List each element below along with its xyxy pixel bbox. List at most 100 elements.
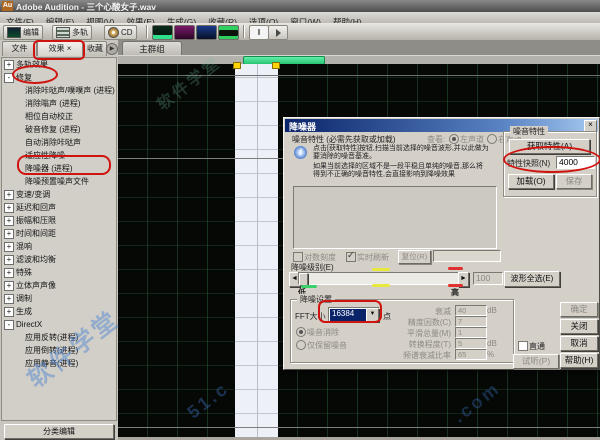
tree-item[interactable]: -DirectX xyxy=(2,318,116,331)
tree-item[interactable]: +特殊 xyxy=(2,266,116,279)
tree-item[interactable]: 消除嗡声 (进程) xyxy=(2,97,116,110)
setting-label-2: 平滑总量(M) xyxy=(407,328,451,339)
expand-icon[interactable]: + xyxy=(4,294,14,304)
bypass-checkbox[interactable] xyxy=(518,341,528,351)
info-line2: 要消除的噪音基准。 xyxy=(313,151,376,161)
load-profile-button[interactable]: 加载(O) xyxy=(508,174,554,189)
settings-group-title: 降噪设置 xyxy=(297,294,335,305)
phase-display-button[interactable] xyxy=(196,25,217,40)
setting-input-0[interactable]: 40 xyxy=(455,305,487,316)
tree-item[interactable]: -修复 xyxy=(2,71,116,84)
tree-item[interactable]: 降噪预置噪声文件 xyxy=(2,175,116,188)
tree-item-label: 应用反转(进程) xyxy=(25,333,78,342)
save-profile-button[interactable]: 保存 xyxy=(556,174,592,189)
fft-size-combo[interactable]: 16384 ▼ xyxy=(328,307,380,323)
pan-display-button[interactable] xyxy=(218,25,239,40)
tree-item[interactable]: 消除咔哒声/噗噗声 (进程) xyxy=(2,84,116,97)
spectral-display-button[interactable] xyxy=(174,25,195,40)
setting-unit-3: dB xyxy=(487,339,497,348)
multitrack-icon xyxy=(56,27,70,38)
tree-item[interactable]: +变速/变调 xyxy=(2,188,116,201)
selection-handle-left[interactable] xyxy=(233,62,241,69)
tab-main-group[interactable]: 主群组 xyxy=(122,41,182,56)
tree-item[interactable]: 自动消除咔哒声 xyxy=(2,136,116,149)
expand-icon[interactable]: + xyxy=(4,203,14,213)
reset-button[interactable]: 复位(R) xyxy=(398,250,431,264)
tree-item[interactable]: 相位自动校正 xyxy=(2,110,116,123)
tree-item[interactable]: +振幅和压限 xyxy=(2,214,116,227)
setting-input-1[interactable]: 7 xyxy=(455,316,487,327)
live-update-checkbox[interactable] xyxy=(346,252,356,262)
snapshot-input[interactable]: 4000 xyxy=(556,156,595,169)
expand-icon[interactable]: + xyxy=(4,60,14,70)
snapshot-label: 特性快照(N) xyxy=(507,158,550,169)
tree-item[interactable]: 应用倒转(进程) xyxy=(2,344,116,357)
tree-item[interactable]: +立体声声像 xyxy=(2,279,116,292)
expand-icon[interactable]: + xyxy=(4,229,14,239)
tree-item[interactable]: 应用反转(进程) xyxy=(2,331,116,344)
tree-item-label: 消除嗡声 (进程) xyxy=(25,99,81,108)
tree-item[interactable]: +时间和间距 xyxy=(2,227,116,240)
close-button[interactable]: 关闭 xyxy=(560,319,598,334)
scrub-tool-button[interactable] xyxy=(268,25,288,40)
settings-group: 降噪设置 FFT大小 16384 ▼ 点 噪音消除 仅保留噪音 衰减40dB精度… xyxy=(290,299,514,363)
preview-button[interactable]: 试听(P) xyxy=(513,354,559,369)
tree-item[interactable]: 降噪器 (进程) xyxy=(2,162,116,175)
toolbar-separator2 xyxy=(243,25,244,38)
expand-icon[interactable]: + xyxy=(4,268,14,278)
tree-item-label: 多轨效果 xyxy=(16,60,48,69)
setting-input-3[interactable]: 5 xyxy=(455,338,487,349)
waveform-display-button[interactable] xyxy=(152,25,173,40)
tree-item[interactable]: 应用静音(进程) xyxy=(2,357,116,370)
multitrack-view-button[interactable]: 多轨 xyxy=(52,25,92,40)
expand-icon[interactable]: + xyxy=(4,216,14,226)
setting-input-2[interactable]: 1 xyxy=(455,327,487,338)
tree-item[interactable]: +混响 xyxy=(2,240,116,253)
keep-noise-radio[interactable] xyxy=(296,340,306,350)
selection-handle-right[interactable] xyxy=(272,62,280,69)
expand-icon[interactable]: + xyxy=(4,307,14,317)
tree-item[interactable]: +滤波和均衡 xyxy=(2,253,116,266)
setting-input-4[interactable]: 65 xyxy=(455,349,487,360)
tree-item-label: 调制 xyxy=(16,294,32,303)
tree-item[interactable]: +延迟和回声 xyxy=(2,201,116,214)
tree-item[interactable]: 破音修复 (进程) xyxy=(2,123,116,136)
group-edit-button[interactable]: 分类编辑 xyxy=(4,424,114,439)
tab-effects[interactable]: 效果 × xyxy=(37,41,83,56)
expand-icon[interactable]: + xyxy=(4,281,14,291)
tree-item[interactable]: 适应性降噪 xyxy=(2,149,116,162)
help-button[interactable]: 帮助(H) xyxy=(560,353,598,368)
ok-button[interactable]: 确定 xyxy=(560,302,598,317)
tree-item[interactable]: +多轨效果 xyxy=(2,58,116,71)
collapse-icon[interactable]: - xyxy=(4,73,14,83)
cd-view-button[interactable]: CD xyxy=(104,25,137,40)
effects-panel: 文件 效果 × 收藏 ▶ +多轨效果-修复消除咔哒声/噗噗声 (进程)消除嗡声 … xyxy=(0,40,120,440)
remove-noise-radio[interactable] xyxy=(296,327,306,337)
ibeam-tool-button[interactable]: I xyxy=(249,25,269,40)
tree-item[interactable]: +调制 xyxy=(2,292,116,305)
edit-view-label: 编辑 xyxy=(23,27,39,38)
expand-icon[interactable]: + xyxy=(4,190,14,200)
tab-favorites[interactable]: 收藏 xyxy=(83,41,107,56)
noise-profile-graph[interactable] xyxy=(293,186,497,249)
fft-size-value: 16384 xyxy=(330,309,367,321)
expand-icon[interactable]: + xyxy=(4,242,14,252)
app-window: Au Adobe Audition - 三个心酸女子.wav 文件(F)编辑(E… xyxy=(0,0,600,440)
tree-item[interactable]: +生成 xyxy=(2,305,116,318)
app-icon: Au xyxy=(2,1,13,11)
setting-label-0: 衰减 xyxy=(435,306,451,317)
slider-mark-yellow-top xyxy=(372,268,390,271)
expand-icon[interactable]: + xyxy=(4,255,14,265)
level-value-field[interactable]: 100 xyxy=(473,272,503,285)
log-scale-checkbox[interactable] xyxy=(293,252,303,262)
fft-combo-arrow[interactable]: ▼ xyxy=(366,308,379,322)
edit-view-button[interactable]: 编辑 xyxy=(3,25,43,40)
panel-menu-button[interactable]: ▶ xyxy=(106,43,118,55)
cancel-button[interactable]: 取消 xyxy=(560,336,598,351)
info-line4: 得到不正确的噪音特性,会直接影响到降噪效果 xyxy=(313,169,455,179)
select-entire-file-button[interactable]: 波形全选(E) xyxy=(504,271,560,287)
setting-unit-0: dB xyxy=(487,306,497,315)
collapse-icon[interactable]: - xyxy=(4,320,14,330)
tab-files[interactable]: 文件 xyxy=(2,41,37,56)
get-profile-button[interactable]: 获取特性(A) xyxy=(509,139,590,154)
